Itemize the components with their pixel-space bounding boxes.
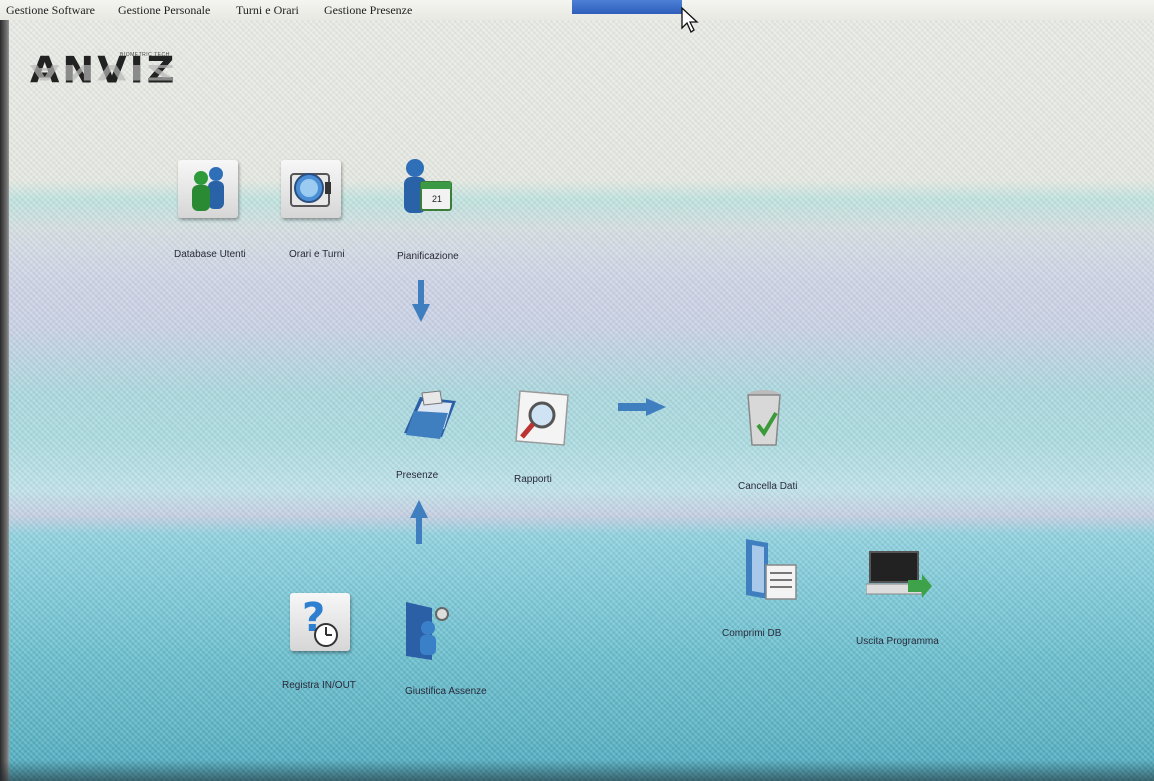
menu-bar: Gestione Software Gestione Personale Tur… xyxy=(0,0,1154,20)
uscita-programma-button[interactable] xyxy=(865,546,932,610)
mouse-cursor-icon xyxy=(681,6,699,33)
question-clock-icon: ? xyxy=(302,595,338,647)
pianificazione-label: Pianificazione xyxy=(397,251,459,262)
menu-gestione-presenze[interactable]: Gestione Presenze xyxy=(324,3,412,18)
menu-highlight[interactable] xyxy=(572,0,682,14)
logo-reflection: ANVIZ xyxy=(30,59,178,84)
anviz-logo: ANVIZ ANVIZ BIOMETRIC TECH xyxy=(30,48,180,110)
arrow-down-icon xyxy=(412,280,430,322)
calendar-day: 21 xyxy=(432,194,443,204)
orari-turni-button[interactable] xyxy=(281,160,341,218)
screen-bottom-shade xyxy=(0,760,1154,781)
arrow-right-icon xyxy=(618,398,666,416)
presenze-button[interactable] xyxy=(398,383,462,447)
registra-inout-button[interactable]: ? xyxy=(290,593,350,651)
pianificazione-button[interactable]: 21 xyxy=(397,156,461,220)
uscita-programma-label: Uscita Programma xyxy=(856,636,939,647)
folder-icon xyxy=(404,390,456,439)
orari-turni-label: Orari e Turni xyxy=(289,249,345,260)
background xyxy=(0,0,1154,781)
monitor-bezel xyxy=(0,0,9,781)
menu-gestione-software[interactable]: Gestione Software xyxy=(6,3,95,18)
database-utenti-label: Database Utenti xyxy=(174,249,246,260)
cancella-dati-label: Cancella Dati xyxy=(738,481,798,492)
exit-computer-icon xyxy=(865,551,932,598)
giustifica-assenze-button[interactable] xyxy=(398,598,462,662)
menu-gestione-personale[interactable]: Gestione Personale xyxy=(118,3,210,18)
arrow-up-icon xyxy=(410,500,428,544)
trash-icon xyxy=(747,390,781,446)
comprimi-db-label: Comprimi DB xyxy=(722,628,782,639)
calendar-user-icon xyxy=(404,159,452,213)
compress-db-icon xyxy=(746,539,797,600)
comprimi-db-button[interactable] xyxy=(738,535,802,600)
users-icon xyxy=(192,167,224,211)
cancella-dati-button[interactable] xyxy=(738,385,802,449)
user-door-icon xyxy=(406,602,449,660)
rapporti-label: Rapporti xyxy=(514,474,552,485)
registra-inout-label: Registra IN/OUT xyxy=(282,680,356,691)
rapporti-button[interactable] xyxy=(512,385,576,449)
logo-tagline: BIOMETRIC TECH xyxy=(120,52,170,58)
menu-turni-orari[interactable]: Turni e Orari xyxy=(236,3,299,18)
clock-icon xyxy=(290,173,331,207)
database-utenti-button[interactable] xyxy=(178,160,238,218)
presenze-label: Presenze xyxy=(396,470,439,481)
report-magnifier-icon xyxy=(515,390,569,446)
giustifica-assenze-label: Giustifica Assenze xyxy=(405,686,487,697)
